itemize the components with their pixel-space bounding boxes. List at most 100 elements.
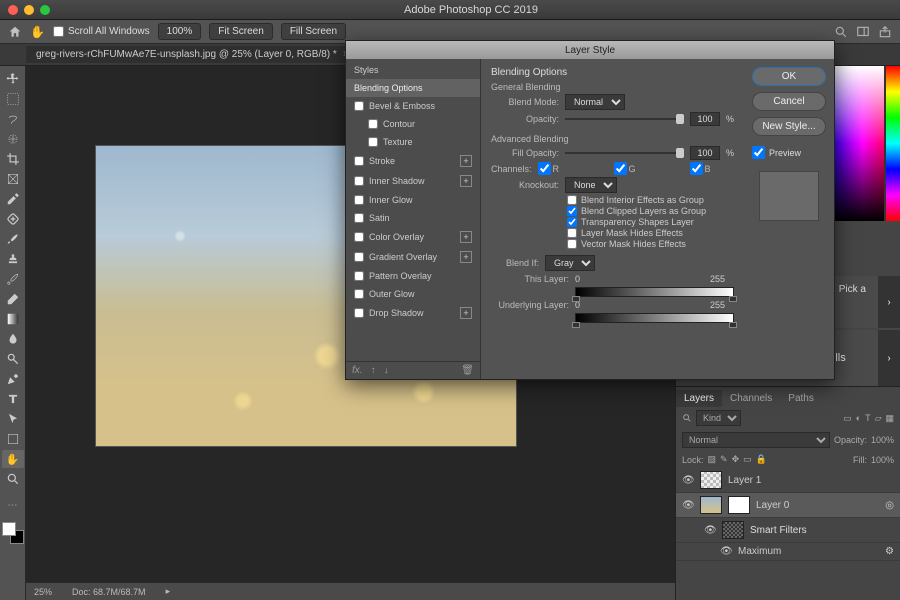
fill-opacity-slider[interactable] xyxy=(565,148,684,158)
share-icon[interactable] xyxy=(878,25,892,39)
edit-toolbar-icon[interactable]: ⋯ xyxy=(2,496,24,514)
status-docinfo[interactable]: Doc: 68.7M/68.7M xyxy=(72,587,146,597)
effect-item-bevel-emboss[interactable]: Bevel & Emboss xyxy=(346,97,480,115)
add-effect-icon[interactable]: + xyxy=(460,231,472,243)
layer-name[interactable]: Layer 0 xyxy=(756,500,789,511)
add-effect-icon[interactable]: + xyxy=(460,251,472,263)
channel-b-checkbox[interactable]: B xyxy=(690,162,744,175)
cancel-button[interactable]: Cancel xyxy=(752,92,826,111)
status-zoom[interactable]: 25% xyxy=(34,587,52,597)
adv-option-layer-mask-hides-effects[interactable]: Layer Mask Hides Effects xyxy=(567,228,734,238)
channel-r-checkbox[interactable]: R xyxy=(538,162,606,175)
effect-item-color-overlay[interactable]: Color Overlay+ xyxy=(346,227,480,247)
layer-row[interactable]: 👁 Smart Filters xyxy=(676,518,900,543)
opacity-value[interactable]: 100% xyxy=(871,435,894,445)
hand-tool-icon[interactable]: ✋ xyxy=(30,25,45,39)
fill-opacity-input[interactable] xyxy=(690,146,720,160)
layer-kind-select[interactable]: Kind xyxy=(696,410,741,426)
fit-screen-button[interactable]: Fit Screen xyxy=(209,23,273,40)
scroll-all-windows-checkbox[interactable]: Scroll All Windows xyxy=(53,26,150,37)
workspace-icon[interactable] xyxy=(856,25,870,39)
effect-item-pattern-overlay[interactable]: Pattern Overlay xyxy=(346,267,480,285)
layer-mask-thumb[interactable] xyxy=(728,496,750,514)
filter-shape-icon[interactable]: ▱ xyxy=(875,413,882,424)
type-tool[interactable] xyxy=(2,390,24,408)
lock-transparency-icon[interactable]: ▨ xyxy=(708,454,717,465)
move-tool[interactable] xyxy=(2,70,24,88)
hand-tool[interactable]: ✋ xyxy=(2,450,24,468)
adv-option-transparency-shapes-layer[interactable]: Transparency Shapes Layer xyxy=(567,217,734,227)
search-icon[interactable] xyxy=(834,25,848,39)
lasso-tool[interactable] xyxy=(2,110,24,128)
adv-option-blend-interior-effects-as-group[interactable]: Blend Interior Effects as Group xyxy=(567,195,734,205)
frame-tool[interactable] xyxy=(2,170,24,188)
new-style-button[interactable]: New Style... xyxy=(752,117,826,136)
history-brush-tool[interactable] xyxy=(2,270,24,288)
effect-item-blending-options[interactable]: Blending Options xyxy=(346,79,480,97)
visibility-icon[interactable]: 👁 xyxy=(720,546,732,557)
filter-pixel-icon[interactable]: ▭ xyxy=(843,413,852,424)
tab-layers[interactable]: Layers xyxy=(676,390,722,407)
fill-value[interactable]: 100% xyxy=(871,455,894,465)
eraser-tool[interactable] xyxy=(2,290,24,308)
arrow-down-icon[interactable]: ↓ xyxy=(384,365,389,376)
tab-channels[interactable]: Channels xyxy=(722,390,780,407)
blur-tool[interactable] xyxy=(2,330,24,348)
pen-tool[interactable] xyxy=(2,370,24,388)
shape-tool[interactable] xyxy=(2,430,24,448)
effect-item-drop-shadow[interactable]: Drop Shadow+ xyxy=(346,303,480,323)
brush-tool[interactable] xyxy=(2,230,24,248)
chevron-right-icon[interactable]: › xyxy=(878,330,900,386)
document-tab[interactable]: greg-rivers-rChFUMwAe7E-unsplash.jpg @ 2… xyxy=(26,46,360,63)
visibility-icon[interactable]: 👁 xyxy=(682,475,694,486)
foreground-swatch[interactable] xyxy=(2,522,16,536)
opacity-slider[interactable] xyxy=(565,114,684,124)
lock-artboard-icon[interactable]: ▭ xyxy=(743,454,752,465)
arrow-up-icon[interactable]: ↑ xyxy=(371,365,376,376)
effect-item-stroke[interactable]: Stroke+ xyxy=(346,151,480,171)
adv-option-blend-clipped-layers-as-group[interactable]: Blend Clipped Layers as Group xyxy=(567,206,734,216)
effect-item-outer-glow[interactable]: Outer Glow xyxy=(346,285,480,303)
filter-type-icon[interactable]: T xyxy=(865,413,871,423)
status-chevron-icon[interactable]: ▸ xyxy=(166,586,171,597)
this-layer-gradient[interactable] xyxy=(575,287,734,297)
quick-select-tool[interactable] xyxy=(2,130,24,148)
effect-item-inner-shadow[interactable]: Inner Shadow+ xyxy=(346,171,480,191)
smart-filters-thumb[interactable] xyxy=(722,521,744,539)
knockout-select[interactable]: None xyxy=(565,177,617,193)
chevron-right-icon[interactable]: › xyxy=(878,276,900,328)
home-icon[interactable] xyxy=(8,25,22,39)
visibility-icon[interactable]: 👁 xyxy=(682,500,694,511)
search-icon[interactable] xyxy=(682,413,692,423)
layer-thumb[interactable] xyxy=(700,496,722,514)
lock-position-icon[interactable]: ✥ xyxy=(732,454,740,465)
effect-item-gradient-overlay[interactable]: Gradient Overlay+ xyxy=(346,247,480,267)
lock-all-icon[interactable]: 🔒 xyxy=(756,454,767,465)
path-select-tool[interactable] xyxy=(2,410,24,428)
blend-mode-select[interactable]: Normal xyxy=(565,94,625,110)
layer-row[interactable]: 👁 Layer 1 xyxy=(676,468,900,493)
effect-item-contour[interactable]: Contour xyxy=(346,115,480,133)
effect-item-inner-glow[interactable]: Inner Glow xyxy=(346,191,480,209)
opacity-input[interactable] xyxy=(690,112,720,126)
minimize-window-icon[interactable] xyxy=(24,5,34,15)
add-effect-icon[interactable]: + xyxy=(460,307,472,319)
filter-options-icon[interactable]: ⚙ xyxy=(885,546,894,557)
ok-button[interactable]: OK xyxy=(752,67,826,86)
adv-option-vector-mask-hides-effects[interactable]: Vector Mask Hides Effects xyxy=(567,239,734,249)
fx-icon[interactable]: fx. xyxy=(352,365,363,376)
tab-paths[interactable]: Paths xyxy=(780,390,822,407)
fill-screen-button[interactable]: Fill Screen xyxy=(281,23,346,40)
marquee-tool[interactable] xyxy=(2,90,24,108)
add-effect-icon[interactable]: + xyxy=(460,155,472,167)
add-effect-icon[interactable]: + xyxy=(460,175,472,187)
blendif-select[interactable]: Gray xyxy=(545,255,595,271)
lock-pixels-icon[interactable]: ✎ xyxy=(720,454,728,465)
filter-smart-icon[interactable]: ▦ xyxy=(885,413,894,424)
preview-checkbox[interactable]: Preview xyxy=(752,146,826,159)
zoom-window-icon[interactable] xyxy=(40,5,50,15)
crop-tool[interactable] xyxy=(2,150,24,168)
close-window-icon[interactable] xyxy=(8,5,18,15)
gradient-tool[interactable] xyxy=(2,310,24,328)
layer-blend-select[interactable]: Normal xyxy=(682,432,830,448)
